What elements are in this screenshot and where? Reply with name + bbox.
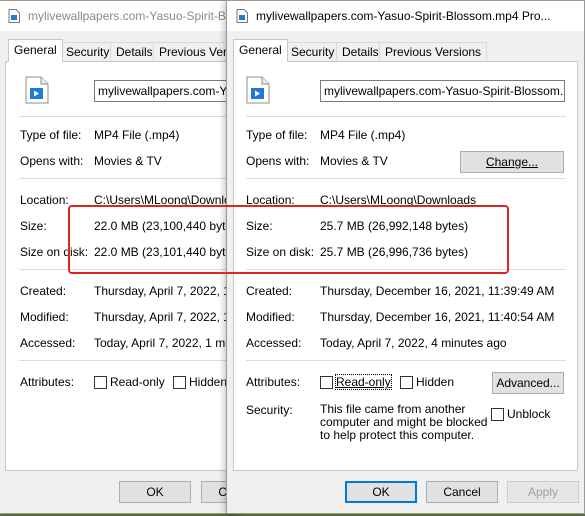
opens-with-label: Opens with: (246, 154, 310, 168)
type-of-file-label: Type of file: (20, 128, 82, 142)
modified-label: Modified: (20, 310, 69, 324)
size-value: 22.0 MB (23,100,440 bytes) (94, 219, 243, 233)
accessed-value: Today, April 7, 2022, 1 minu (94, 336, 242, 350)
video-file-icon (245, 76, 271, 104)
modified-value: Thursday, December 16, 2021, 11:40:54 AM (320, 310, 555, 324)
back-title-bar[interactable]: mylivewallpapers.com-Yasuo-Spirit-Blosso… (0, 1, 239, 31)
front-tab-strip: General Security Details Previous Versio… (233, 39, 584, 62)
divider (19, 178, 249, 179)
readonly-label: Read-only (335, 374, 392, 390)
change-button-label: Change... (485, 155, 539, 169)
location-label: Location: (20, 193, 69, 207)
back-tab-details[interactable]: Details (110, 42, 159, 61)
apply-button[interactable]: Apply (507, 481, 579, 503)
ok-button[interactable]: OK (345, 481, 417, 503)
type-of-file-value: MP4 File (.mp4) (320, 128, 406, 142)
cancel-button[interactable]: Cancel (426, 481, 498, 503)
size-on-disk-label: Size on disk: (20, 245, 89, 259)
front-readonly-checkbox[interactable] (320, 376, 333, 389)
created-label: Created: (246, 284, 293, 298)
size-on-disk-value: 25.7 MB (26,996,736 bytes) (320, 245, 469, 259)
back-properties-window: mylivewallpapers.com-Yasuo-Spirit-Blosso… (0, 0, 273, 514)
back-hidden-checkbox[interactable] (173, 376, 186, 389)
back-tab-strip: General Security Details Previous Versio… (5, 39, 262, 62)
divider (246, 269, 566, 270)
readonly-label: Read-only (110, 375, 165, 389)
divider (246, 116, 566, 117)
size-value: 25.7 MB (26,992,148 bytes) (320, 219, 469, 233)
security-label: Security: (246, 403, 293, 417)
video-file-icon (24, 76, 50, 104)
front-file-name-field[interactable]: mylivewallpapers.com-Yasuo-Spirit-Blosso… (320, 80, 565, 102)
created-value: Thursday, December 16, 2021, 11:39:49 AM (320, 284, 555, 298)
created-label: Created: (20, 284, 67, 298)
front-general-panel: mylivewallpapers.com-Yasuo-Spirit-Blosso… (233, 61, 578, 471)
back-tab-general[interactable]: General (8, 39, 63, 62)
attributes-label: Attributes: (20, 375, 75, 389)
location-label: Location: (246, 193, 295, 207)
modified-label: Modified: (246, 310, 295, 324)
accessed-label: Accessed: (20, 336, 76, 350)
front-properties-window: mylivewallpapers.com-Yasuo-Spirit-Blosso… (226, 0, 585, 514)
type-of-file-value: MP4 File (.mp4) (94, 128, 180, 142)
opens-with-label: Opens with: (20, 154, 84, 168)
back-window-title: mylivewallpapers.com-Yasuo-Spirit-Blosso… (28, 9, 239, 23)
back-ok-button[interactable]: OK (119, 481, 191, 503)
opens-with-value: Movies & TV (94, 154, 162, 168)
front-hidden-checkbox[interactable] (400, 376, 413, 389)
front-tab-details[interactable]: Details (336, 42, 385, 61)
accessed-value: Today, April 7, 2022, 4 minutes ago (320, 336, 507, 350)
front-title-bar[interactable]: mylivewallpapers.com-Yasuo-Spirit-Blosso… (227, 1, 584, 31)
size-on-disk-value: 22.0 MB (23,101,440 bytes) (94, 245, 243, 259)
unblock-checkbox[interactable] (491, 408, 504, 421)
divider (19, 269, 249, 270)
accessed-label: Accessed: (246, 336, 302, 350)
file-title-icon (236, 9, 248, 23)
size-on-disk-label: Size on disk: (246, 245, 315, 259)
front-window-title: mylivewallpapers.com-Yasuo-Spirit-Blosso… (256, 9, 551, 23)
type-of-file-label: Type of file: (246, 128, 308, 142)
front-tab-previous-versions[interactable]: Previous Versions (379, 42, 488, 61)
change-button[interactable]: Change... (460, 151, 564, 173)
back-general-panel: mylivewallpapers.com-Yasuo-Spirit-Blosso… (5, 61, 259, 471)
front-tab-security[interactable]: Security (285, 42, 341, 61)
divider (246, 360, 566, 361)
unblock-label: Unblock (507, 407, 551, 421)
file-title-icon (8, 9, 20, 23)
created-value: Thursday, April 7, 2022, 10: (94, 284, 240, 298)
hidden-label: Hidden (416, 375, 455, 389)
back-readonly-checkbox[interactable] (94, 376, 107, 389)
security-message: This file came from another computer and… (320, 402, 488, 442)
hidden-label: Hidden (189, 375, 228, 389)
opens-with-value: Movies & TV (320, 154, 388, 168)
divider (19, 116, 249, 117)
size-label: Size: (246, 219, 273, 233)
back-tab-security[interactable]: Security (60, 42, 116, 61)
advanced-button-label: Advanced... (496, 376, 560, 390)
attributes-label: Attributes: (246, 375, 301, 389)
size-label: Size: (20, 219, 47, 233)
location-value: C:\Users\MLoong\Downloads (320, 193, 477, 207)
divider (19, 360, 249, 361)
front-tab-general[interactable]: General (233, 39, 288, 62)
divider (246, 178, 566, 179)
modified-value: Thursday, April 7, 2022, 10: (94, 310, 240, 324)
advanced-button[interactable]: Advanced... (492, 372, 564, 394)
